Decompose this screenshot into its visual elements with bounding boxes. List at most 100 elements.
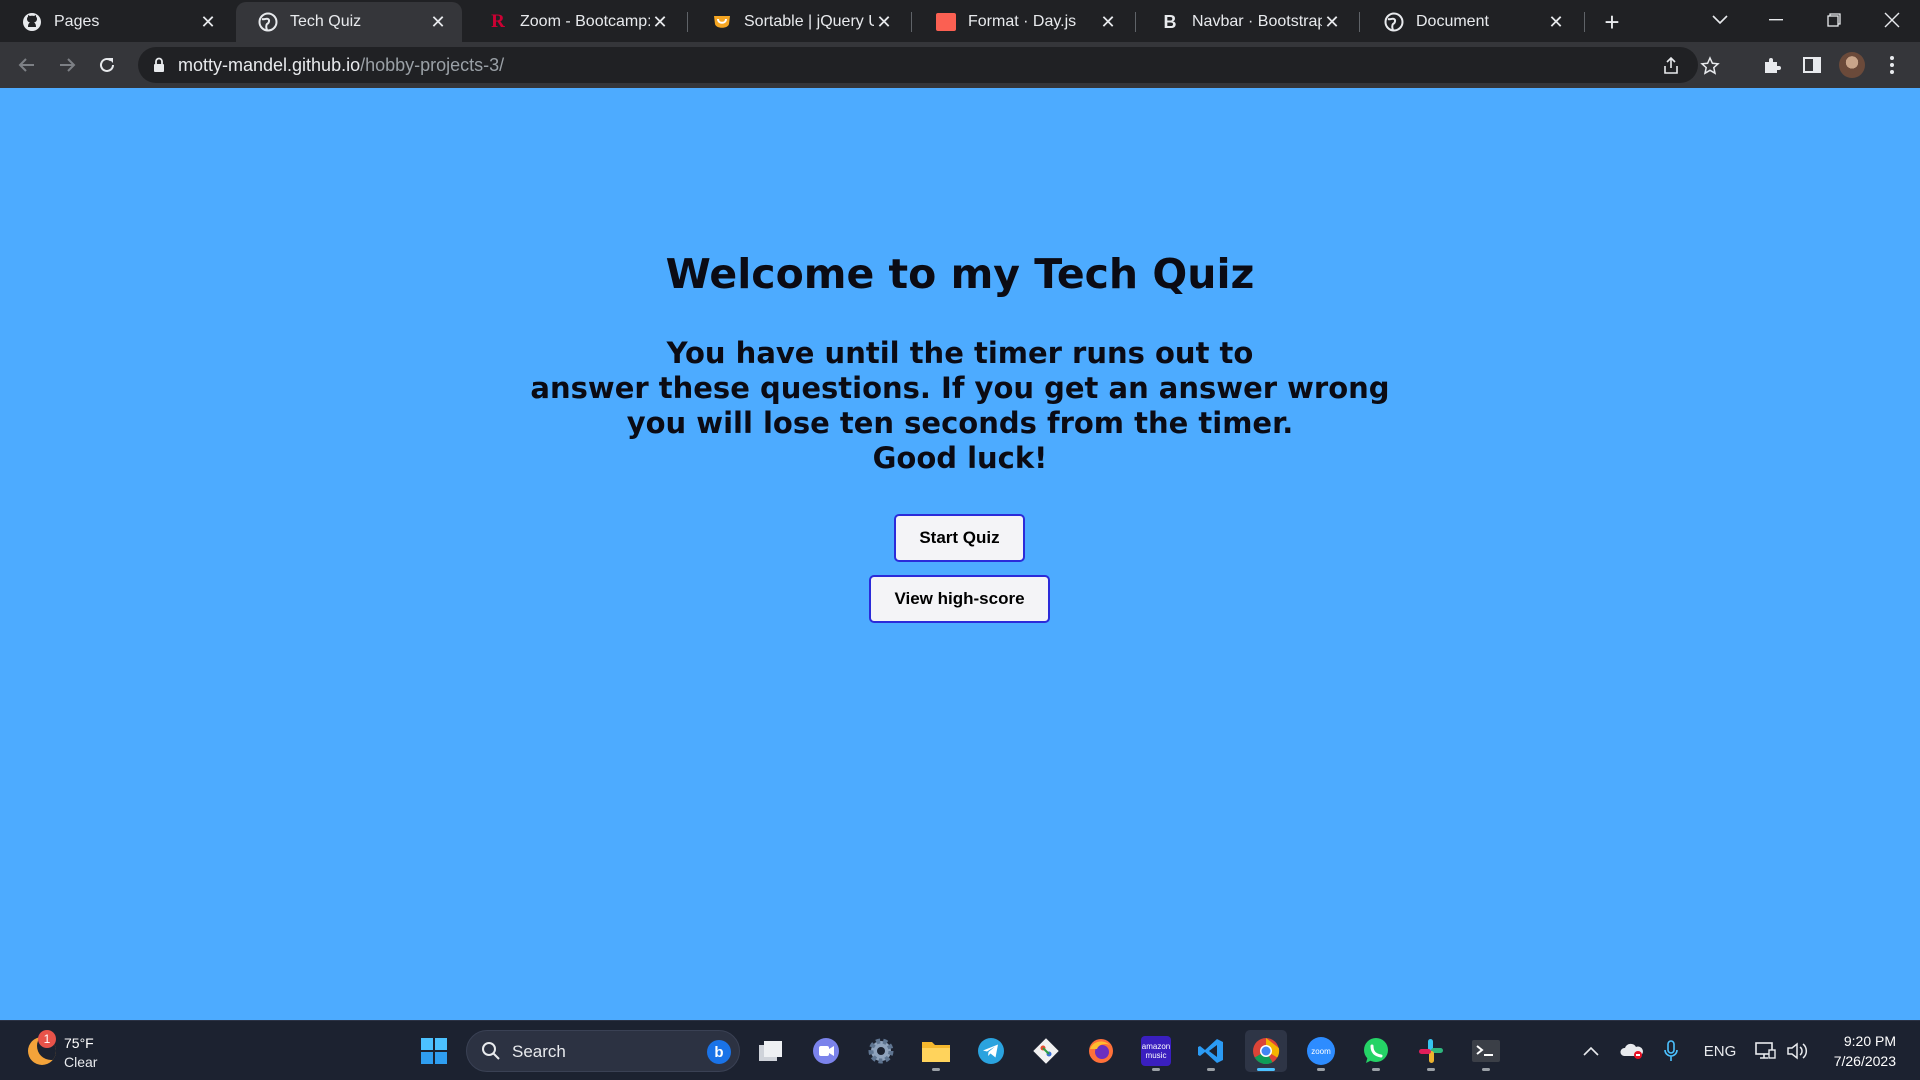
firefox-icon[interactable] (1080, 1030, 1122, 1072)
whatsapp-icon[interactable] (1355, 1030, 1397, 1072)
tab-title: Sortable | jQuery UI (744, 13, 874, 30)
reload-button[interactable] (91, 49, 123, 81)
microphone-icon[interactable] (1660, 1035, 1682, 1067)
bing-icon[interactable]: b (707, 1040, 731, 1064)
minimize-button[interactable] (1748, 0, 1804, 40)
tab-title: Tech Quiz (290, 13, 362, 30)
close-tab-icon[interactable]: ✕ (874, 12, 894, 32)
tab-title: Document (1416, 13, 1489, 30)
running-indicator (1207, 1068, 1215, 1071)
vscode-icon[interactable] (1190, 1030, 1232, 1072)
globe-icon (1384, 12, 1404, 32)
close-window-button[interactable] (1864, 0, 1920, 40)
clock-time: 9:20 PM (1843, 1033, 1896, 1049)
zoom-label: zoom (1307, 1037, 1335, 1065)
forward-button[interactable] (51, 49, 83, 81)
terminal-icon[interactable] (1465, 1030, 1507, 1072)
tab-pages[interactable]: Pages ✕ (0, 2, 232, 42)
input-language[interactable]: ENG (1700, 1035, 1740, 1067)
clock-date: 7/26/2023 (1833, 1053, 1896, 1069)
instructions-line: you will lose ten seconds from the timer… (626, 406, 1294, 440)
globe-icon (258, 12, 278, 32)
restore-button[interactable] (1806, 0, 1862, 40)
volume-icon[interactable] (1784, 1035, 1810, 1067)
bookmark-star-icon[interactable] (1699, 55, 1721, 77)
weather-widget[interactable]: 1 75°F Clear (22, 1029, 142, 1073)
amazon-music-icon[interactable]: amazon music (1135, 1030, 1177, 1072)
running-indicator (1427, 1068, 1435, 1071)
tab-separator (911, 12, 912, 32)
url-host: motty-mandel.github.io (178, 55, 361, 75)
instructions-line: You have until the timer runs out to (666, 336, 1254, 370)
github-icon (22, 12, 42, 32)
extensions-icon[interactable] (1758, 51, 1786, 79)
instructions-line: answer these questions. If you get an an… (530, 371, 1390, 405)
running-indicator (1372, 1068, 1380, 1071)
dayjs-icon (936, 12, 956, 32)
tab-title: Zoom - Bootcamp: RU (520, 13, 650, 30)
tab-separator (687, 12, 688, 32)
share-icon[interactable] (1660, 55, 1682, 77)
system-clock[interactable]: 9:20 PM 7/26/2023 (1834, 1031, 1896, 1071)
running-indicator (1317, 1068, 1325, 1071)
tab-search-icon[interactable] (1692, 0, 1748, 40)
windows-taskbar: 1 75°F Clear Search b amazon music zoom … (0, 1020, 1920, 1080)
instructions: You have until the timer runs out to ans… (0, 336, 1920, 476)
web-page: Welcome to my Tech Quiz You have until t… (0, 88, 1920, 1020)
back-button[interactable] (11, 49, 43, 81)
tab-document[interactable]: Document ✕ (1362, 2, 1580, 42)
url-path: /hobby-projects-3/ (360, 55, 505, 75)
tab-format-dayjs[interactable]: Format · Day.js ✕ (914, 2, 1132, 42)
running-indicator (1152, 1068, 1160, 1071)
running-indicator (1482, 1068, 1490, 1071)
address-bar[interactable]: motty-mandel.github.io/hobby-projects-3/ (138, 47, 1720, 83)
lock-icon[interactable] (153, 57, 165, 78)
tab-zoom-bootcamp[interactable]: R Zoom - Bootcamp: RU ✕ (466, 2, 684, 42)
zoom-icon[interactable]: zoom (1300, 1030, 1342, 1072)
amazon-music-label: amazon music (1141, 1036, 1171, 1066)
weather-condition: Clear (64, 1054, 98, 1070)
chevron-up-icon[interactable] (1580, 1035, 1602, 1067)
git-icon[interactable] (1025, 1030, 1067, 1072)
url-text: motty-mandel.github.io/hobby-projects-3/ (178, 55, 504, 76)
profile-avatar[interactable] (1838, 51, 1866, 79)
slack-icon[interactable] (1410, 1030, 1452, 1072)
bootstrap-icon: B (1163, 11, 1177, 32)
tab-separator (1135, 12, 1136, 32)
tab-title: Format · Day.js (968, 13, 1077, 30)
tab-sortable-jquery[interactable]: Sortable | jQuery UI ✕ (690, 2, 908, 42)
onedrive-icon[interactable] (1618, 1035, 1646, 1067)
close-tab-icon[interactable]: ✕ (1322, 12, 1342, 32)
file-explorer-icon[interactable] (915, 1030, 957, 1072)
settings-icon[interactable] (860, 1030, 902, 1072)
page-title: Welcome to my Tech Quiz (665, 250, 1255, 298)
kebab-menu-icon[interactable] (1878, 51, 1906, 79)
jquery-ui-icon (712, 12, 732, 32)
telegram-icon[interactable] (970, 1030, 1012, 1072)
taskbar-search-input[interactable]: Search b (466, 1030, 740, 1072)
network-icon[interactable] (1752, 1035, 1778, 1067)
chrome-icon[interactable] (1245, 1030, 1287, 1072)
tab-strip: Pages ✕ Tech Quiz ✕ R Zoom - Bootcamp: R… (0, 0, 1920, 42)
view-highscore-button[interactable]: View high-score (869, 575, 1050, 623)
windows-start-icon[interactable] (413, 1030, 455, 1072)
notification-badge: 1 (38, 1030, 56, 1048)
tab-tech-quiz[interactable]: Tech Quiz ✕ (236, 2, 462, 42)
rutgers-icon: R (491, 11, 505, 32)
tab-separator (1359, 12, 1360, 32)
start-quiz-button[interactable]: Start Quiz (894, 514, 1025, 562)
close-tab-icon[interactable]: ✕ (1098, 12, 1118, 32)
close-tab-icon[interactable]: ✕ (1546, 12, 1566, 32)
side-panel-icon[interactable] (1798, 51, 1826, 79)
active-indicator (1257, 1068, 1275, 1071)
close-tab-icon[interactable]: ✕ (428, 12, 448, 32)
close-tab-icon[interactable]: ✕ (198, 12, 218, 32)
search-icon (481, 1041, 501, 1066)
task-view-icon[interactable] (750, 1030, 792, 1072)
close-tab-icon[interactable]: ✕ (650, 12, 670, 32)
teams-chat-icon[interactable] (805, 1030, 847, 1072)
new-tab-button[interactable]: + (1598, 7, 1626, 37)
tab-title: Navbar · Bootstrap (1192, 13, 1322, 30)
tab-separator (1584, 12, 1585, 32)
tab-navbar-bootstrap[interactable]: B Navbar · Bootstrap ✕ (1138, 2, 1356, 42)
